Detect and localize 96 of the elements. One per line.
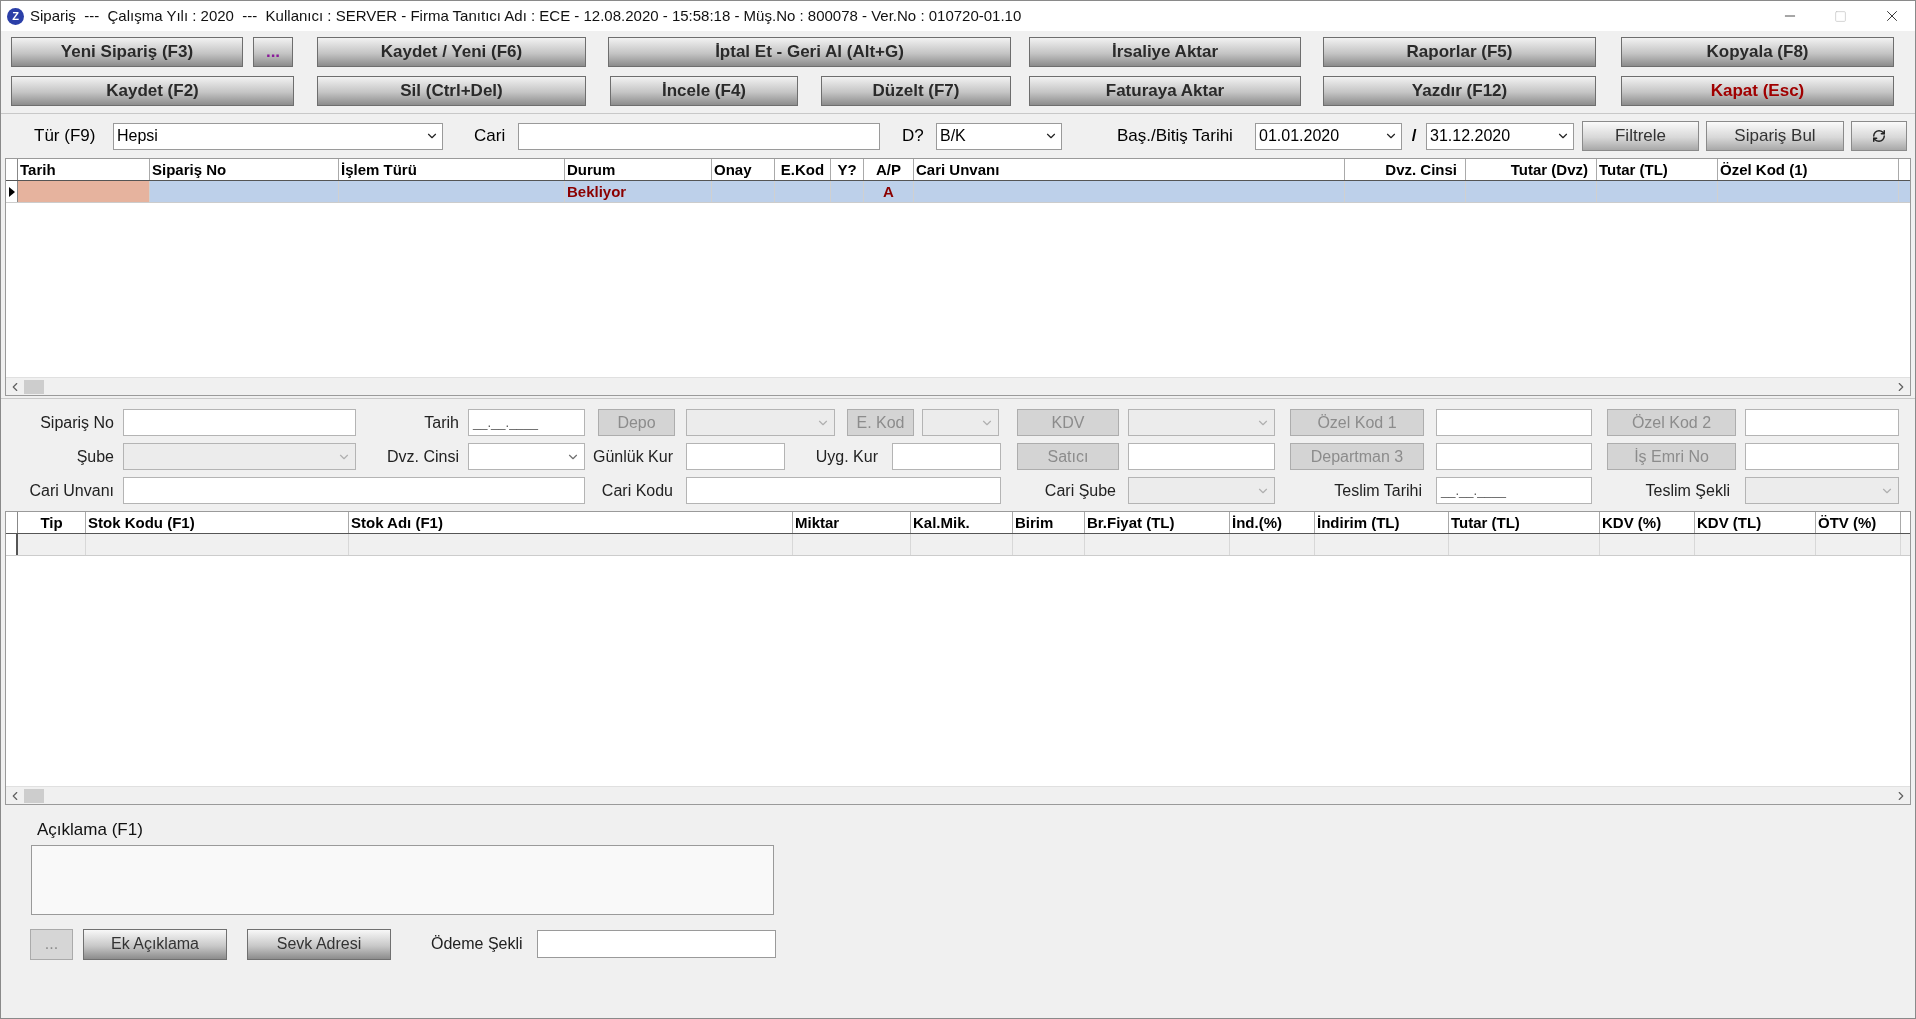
toolbar-button[interactable]: Faturaya Aktar — [1029, 76, 1301, 106]
input-field[interactable]: __.__.____ — [468, 409, 585, 436]
notes-label: Açıklama (F1) — [37, 819, 144, 841]
table-cell: A — [864, 181, 914, 202]
toolbar-button[interactable]: İncele (F4) — [610, 76, 798, 106]
input-field[interactable] — [536, 930, 776, 958]
column-header[interactable]: Br.Fiyat (TL) — [1085, 512, 1230, 533]
table-row[interactable]: Bekliyor A — [6, 181, 1910, 203]
toolbar-button[interactable]: Sil (Ctrl+Del) — [317, 76, 586, 106]
field-label: Cari Kodu — [600, 480, 674, 501]
input-field[interactable] — [1128, 443, 1275, 470]
field-label: Cari Unvanı — [28, 480, 115, 501]
column-header[interactable]: Miktar — [793, 512, 911, 533]
toolbar-button[interactable]: Düzelt (F7) — [821, 76, 1011, 106]
field-label: Şube — [75, 446, 115, 467]
column-header[interactable]: E.Kod — [775, 159, 831, 180]
table-cell: Bekliyor — [565, 181, 712, 202]
refresh-button[interactable] — [1851, 121, 1907, 151]
column-header[interactable]: Onay — [712, 159, 775, 180]
date-field[interactable]: 31.12.2020 — [1426, 122, 1574, 150]
field-label: Günlük Kur — [591, 446, 674, 467]
column-header[interactable]: KDV (TL) — [1695, 512, 1816, 533]
app-logo-icon: Z — [7, 7, 24, 25]
column-header[interactable]: Tutar (Dvz) — [1466, 159, 1597, 180]
toolbar-button[interactable]: Yeni Sipariş (F3) — [11, 37, 243, 67]
filter-button[interactable]: Sipariş Bul — [1706, 121, 1844, 151]
input-field[interactable] — [1745, 443, 1899, 470]
input-field[interactable] — [123, 409, 356, 436]
column-header[interactable]: Y? — [831, 159, 864, 180]
column-header[interactable]: Sipariş No — [150, 159, 339, 180]
window-title: Sipariş --- Çalışma Yılı : 2020 --- Kullanıcı : SERVER - Firma Tanıtıcı Adı : ECE - 12.08.2020 - 15:58:18 - Müş.No : 800078 - Ver.No : 010720-01.10 — [30, 5, 1022, 26]
column-header[interactable]: Dvz. Cinsi — [1345, 159, 1466, 180]
field-label: Cari Şube — [1043, 480, 1117, 501]
field-label: Tür (F9) — [34, 125, 97, 148]
column-header[interactable]: ÖTV (%) — [1816, 512, 1901, 533]
toolbar-button[interactable]: Yazdır (F12) — [1323, 76, 1596, 106]
notes-textarea[interactable] — [31, 844, 774, 915]
date-separator: / — [1410, 125, 1418, 148]
field-label: Cari — [474, 125, 507, 148]
column-header[interactable]: İşlem Türü — [339, 159, 565, 180]
input-field[interactable] — [686, 477, 1001, 504]
bottom-button[interactable]: Sevk Adresi — [247, 928, 391, 960]
field-label: Ödeme Şekli — [431, 934, 523, 954]
input-field[interactable] — [1436, 409, 1592, 436]
column-header[interactable]: Durum — [565, 159, 712, 180]
scrollbar-thumb[interactable] — [24, 379, 44, 394]
input-field[interactable] — [686, 443, 785, 470]
dropdown-field[interactable]: Hepsi — [113, 122, 443, 150]
column-header[interactable]: Kal.Mik. — [911, 512, 1013, 533]
dropdown-field[interactable] — [468, 443, 585, 470]
column-header[interactable]: Stok Adı (F1) — [349, 512, 793, 533]
horizontal-scrollbar[interactable] — [6, 786, 1910, 804]
toolbar-button[interactable]: Kopyala (F8) — [1621, 37, 1894, 67]
column-header[interactable]: Tarih — [18, 159, 150, 180]
row-pointer-icon — [8, 186, 15, 197]
field-label: Dvz. Cinsi — [386, 446, 460, 467]
filter-button[interactable]: Filtrele — [1582, 121, 1699, 151]
dropdown-field[interactable]: B/K — [936, 122, 1062, 150]
field-label: Teslim Tarihi — [1333, 480, 1423, 501]
column-header[interactable]: Tip — [18, 512, 86, 533]
column-header[interactable]: Tutar (TL) — [1597, 159, 1718, 180]
toolbar-button[interactable]: ... — [253, 37, 293, 67]
date-field[interactable]: 01.01.2020 — [1255, 122, 1402, 150]
field-label: Uyg. Kur — [814, 446, 879, 467]
column-header[interactable]: İnd.(%) — [1230, 512, 1315, 533]
column-header[interactable]: Cari Unvanı — [914, 159, 1345, 180]
toolbar-button[interactable]: Kaydet (F2) — [11, 76, 294, 106]
maximize-icon[interactable] — [1834, 9, 1847, 23]
input-field[interactable] — [123, 477, 585, 504]
column-header[interactable]: KDV (%) — [1600, 512, 1695, 533]
field-label: Sipariş No — [39, 412, 115, 433]
field-label: Teslim Şekli — [1644, 480, 1731, 501]
input-field[interactable] — [518, 122, 880, 150]
input-field[interactable] — [1436, 443, 1592, 470]
column-header[interactable]: Birim — [1013, 512, 1085, 533]
toolbar-button[interactable]: İrsaliye Aktar — [1029, 37, 1301, 67]
column-header[interactable]: Tutar (TL) — [1449, 512, 1600, 533]
column-header[interactable]: Stok Kodu (F1) — [86, 512, 349, 533]
column-header[interactable]: İndirim (TL) — [1315, 512, 1449, 533]
toolbar-button[interactable]: Kapat (Esc) — [1621, 76, 1894, 106]
column-header[interactable]: Özel Kod (1) — [1718, 159, 1899, 180]
column-header[interactable]: A/P — [864, 159, 914, 180]
input-field[interactable] — [1745, 409, 1899, 436]
empty-row[interactable] — [6, 534, 1910, 556]
refresh-icon — [1872, 129, 1886, 143]
field-label: Baş./Bitiş Tarihi — [1117, 125, 1234, 148]
horizontal-scrollbar[interactable] — [6, 377, 1910, 395]
input-field[interactable]: __.__.____ — [1436, 477, 1592, 504]
toolbar-button[interactable]: İptal Et - Geri Al (Alt+G) — [608, 37, 1011, 67]
toolbar-button[interactable]: Raporlar (F5) — [1323, 37, 1596, 67]
input-field[interactable] — [892, 443, 1001, 470]
field-label: D? — [902, 125, 925, 148]
bottom-button[interactable]: Ek Açıklama — [83, 928, 227, 960]
toolbar-button[interactable]: Kaydet / Yeni (F6) — [317, 37, 586, 67]
scrollbar-thumb[interactable] — [24, 788, 44, 803]
field-label: Tarih — [423, 412, 460, 433]
